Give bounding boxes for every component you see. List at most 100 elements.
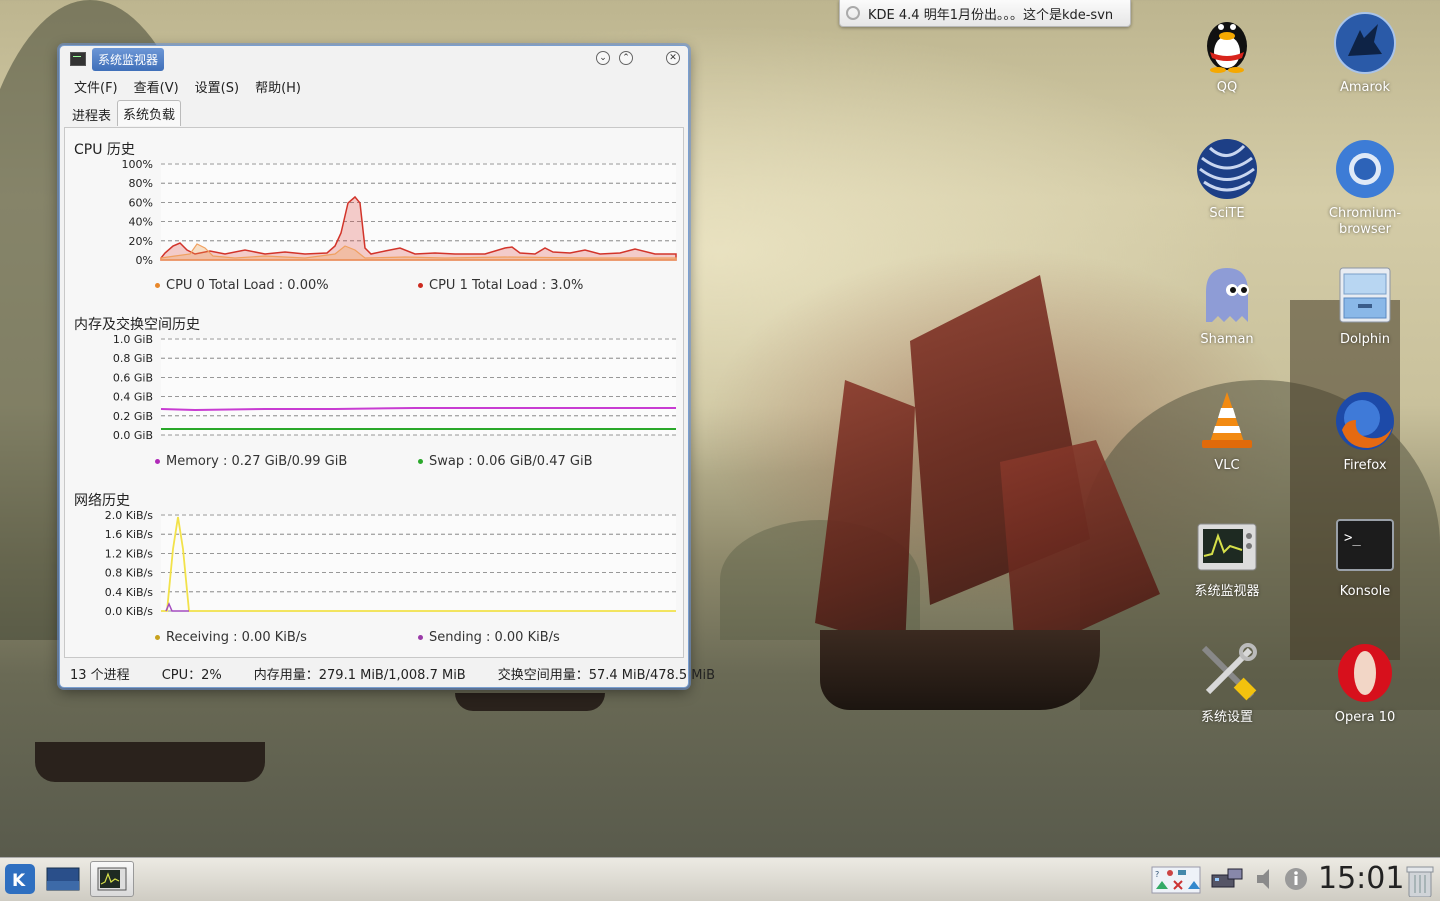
- vlc-cone-icon: [1196, 390, 1258, 452]
- status-bar: 13 个进程 CPU：2% 内存用量：279.1 MiB/1,008.7 MiB…: [64, 661, 715, 685]
- small-boat: [455, 693, 605, 711]
- desktop-icon-scite[interactable]: SciTE: [1177, 138, 1277, 222]
- notification-text: KDE 4.4 明年1月份出。。。这个是kde-svn: [868, 7, 1114, 23]
- swap-legend-label: Swap : 0.06 GiB/0.47 GiB: [429, 454, 593, 469]
- cpu1-legend: CPU 1 Total Load : 3.0%: [418, 278, 583, 293]
- desktop-icon-shaman[interactable]: Shaman: [1177, 264, 1277, 348]
- scite-sphere-icon: [1196, 138, 1258, 200]
- window-title: 系统监视器: [92, 47, 165, 71]
- memory-tick-label: 0.4 GiB: [113, 391, 153, 404]
- trash-icon[interactable]: [1405, 863, 1435, 898]
- system-load-panel: CPU 历史 100% 80% 60% 40% 20% 0% CPU 0 Total Lo…: [64, 127, 684, 658]
- desktop-pager-icon[interactable]: [46, 863, 80, 895]
- memory-history-chart: 1.0 GiB 0.8 GiB 0.6 GiB 0.4 GiB 0.2 GiB 0.0 G…: [113, 333, 676, 442]
- menu-help[interactable]: 帮助(H): [255, 77, 301, 96]
- network-tray-icon[interactable]: [1210, 863, 1243, 895]
- taskbar: K ? 15:01: [0, 857, 1440, 901]
- system-settings-icon: [1196, 642, 1258, 704]
- network-tick-label: 1.2 KiB/s: [105, 547, 154, 560]
- system-monitor-icon: [97, 867, 127, 891]
- taskbar-system-monitor-button[interactable]: [90, 861, 134, 897]
- desktop-icon-dolphin[interactable]: Dolphin: [1315, 264, 1415, 348]
- status-memory: 内存用量：279.1 MiB/1,008.7 MiB: [253, 667, 466, 683]
- status-swap: 交换空间用量：57.4 MiB/478.5 MiB: [497, 667, 716, 683]
- tab-process-table[interactable]: 进程表: [66, 102, 117, 126]
- system-monitor-icon[interactable]: [70, 52, 86, 66]
- maximize-icon[interactable]: ⌃: [619, 51, 633, 65]
- memory-legend-label: Memory : 0.27 GiB/0.99 GiB: [166, 454, 348, 469]
- cpu1-legend-label: CPU 1 Total Load : 3.0%: [429, 278, 584, 293]
- chromium-icon: [1334, 138, 1396, 200]
- cpu-history-chart: 100% 80% 60% 40% 20% 0%: [122, 158, 677, 267]
- cpu0-legend-label: CPU 0 Total Load : 0.00%: [166, 278, 329, 293]
- desktop-icon-label: QQ: [1216, 80, 1238, 95]
- memory-tick-label: 1.0 GiB: [113, 333, 153, 346]
- window-titlebar[interactable]: 系统监视器 ⌄ ⌃ ✕: [60, 46, 688, 72]
- network-history-chart: 2.0 KiB/s 1.6 KiB/s 1.2 KiB/s 0.8 KiB/s 0.4 …: [105, 509, 676, 618]
- input-method-tray-icon[interactable]: ?: [1150, 863, 1202, 895]
- menu-file[interactable]: 文件(F): [74, 77, 118, 96]
- desktop-icon-label: 系统监视器: [1194, 584, 1260, 599]
- notification-popup[interactable]: KDE 4.4 明年1月份出。。。这个是kde-svn: [839, 0, 1131, 27]
- system-monitor-window[interactable]: 系统监视器 ⌄ ⌃ ✕ 文件(F) 查看(V) 设置(S) 帮助(H) 进程表 …: [59, 45, 715, 688]
- desktop-icon-chromium[interactable]: Chromium-browser: [1315, 138, 1415, 238]
- desktop-icon-qq[interactable]: QQ: [1177, 12, 1277, 96]
- cpu0-legend: CPU 0 Total Load : 0.00%: [155, 278, 329, 293]
- qq-penguin-icon: [1196, 12, 1258, 74]
- desktop-icon-system-monitor[interactable]: 系统监视器: [1177, 516, 1277, 600]
- small-boat: [35, 742, 265, 782]
- tab-bar: 进程表 系统负载: [60, 100, 688, 126]
- desktop-icon-system-settings[interactable]: 系统设置: [1177, 642, 1277, 726]
- status-processes: 13 个进程: [70, 667, 130, 683]
- sending-legend-dot: [418, 635, 423, 640]
- cpu-tick-label: 20%: [129, 235, 153, 248]
- network-tick-label: 0.4 KiB/s: [105, 586, 154, 599]
- desktop-icon-vlc[interactable]: VLC: [1177, 390, 1277, 474]
- memory-tick-label: 0.8 GiB: [113, 352, 153, 365]
- cpu-history-title: CPU 历史: [74, 142, 135, 158]
- desktop-icon-label: 系统设置: [1200, 710, 1253, 725]
- menubar: 文件(F) 查看(V) 设置(S) 帮助(H): [60, 72, 688, 100]
- minimize-icon[interactable]: ⌄: [596, 51, 610, 65]
- memory-tick-label: 0.0 GiB: [113, 429, 153, 442]
- sending-legend: Sending : 0.00 KiB/s: [418, 630, 560, 645]
- junk-hull: [820, 630, 1100, 710]
- menu-settings[interactable]: 设置(S): [195, 77, 239, 96]
- close-icon[interactable]: ✕: [666, 51, 680, 65]
- desktop-icon-label: VLC: [1214, 458, 1240, 473]
- shaman-ghost-icon: [1196, 264, 1258, 326]
- desktop-icon-opera[interactable]: Opera 10: [1315, 642, 1415, 726]
- cpu-tick-label: 80%: [129, 177, 153, 190]
- desktop-icon-konsole[interactable]: >_ Konsole: [1315, 516, 1415, 600]
- network-tick-label: 0.8 KiB/s: [105, 567, 154, 580]
- info-tray-icon[interactable]: [1283, 863, 1309, 895]
- system-monitor-icon: [1196, 516, 1258, 578]
- desktop-icon-firefox[interactable]: Firefox: [1315, 390, 1415, 474]
- taskbar-clock[interactable]: 15:01: [1318, 861, 1404, 896]
- status-cpu: CPU：2%: [161, 667, 222, 683]
- memory-history-title: 内存及交换空间历史: [74, 317, 200, 333]
- desktop-icon-amarok[interactable]: Amarok: [1315, 12, 1415, 96]
- desktop-icon-label: Amarok: [1339, 80, 1391, 95]
- network-tick-label: 2.0 KiB/s: [105, 509, 154, 522]
- memory-legend: Memory : 0.27 GiB/0.99 GiB: [155, 454, 347, 469]
- konsole-terminal-icon: >_: [1334, 516, 1396, 578]
- cpu-tick-label: 40%: [129, 216, 153, 229]
- firefox-icon: [1334, 390, 1396, 452]
- sending-legend-label: Sending : 0.00 KiB/s: [429, 630, 560, 645]
- receiving-legend-dot: [155, 635, 160, 640]
- kde-menu-icon[interactable]: K: [4, 863, 36, 895]
- menu-view[interactable]: 查看(V): [134, 77, 179, 96]
- volume-tray-icon[interactable]: [1253, 863, 1277, 895]
- network-history-title: 网络历史: [74, 493, 130, 509]
- desktop-icon-label: Chromium-browser: [1328, 206, 1402, 237]
- cpu-tick-label: 100%: [122, 158, 153, 171]
- desktop-icon-label: Konsole: [1339, 584, 1391, 599]
- receiving-legend-label: Receiving : 0.00 KiB/s: [166, 630, 307, 645]
- amarok-wolf-icon: [1334, 12, 1396, 74]
- tab-system-load[interactable]: 系统负载: [117, 100, 182, 126]
- svg-text:?: ?: [1155, 870, 1159, 879]
- desktop-icon-label: SciTE: [1209, 206, 1245, 221]
- cpu1-legend-dot: [418, 283, 423, 288]
- memory-tick-label: 0.6 GiB: [113, 371, 153, 384]
